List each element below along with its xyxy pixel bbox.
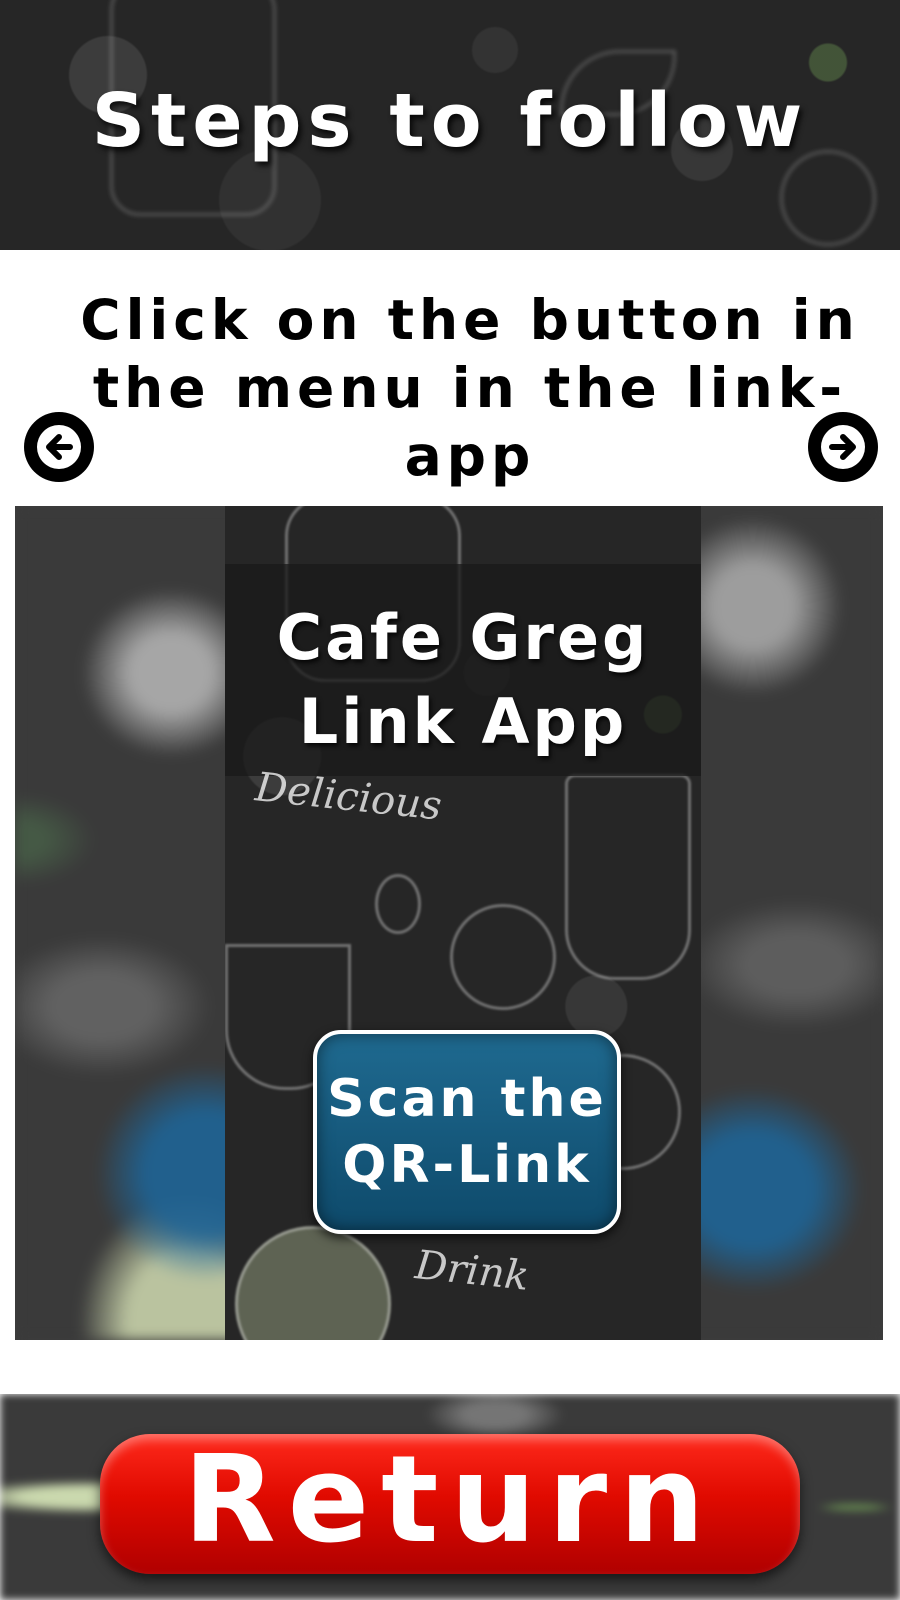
- return-button[interactable]: Return: [100, 1434, 800, 1574]
- arrow-right-icon: [821, 425, 865, 469]
- phone-screen: Cafe Greg Link App Delicious Scan the QR…: [225, 506, 701, 1340]
- cup-doodle: [780, 150, 876, 246]
- bean-doodle: [375, 874, 421, 934]
- drink-lettering: Drink: [412, 1242, 532, 1300]
- app-title: Cafe Greg Link App: [276, 601, 650, 758]
- scan-qr-link-button: Scan the QR-Link: [313, 1030, 621, 1234]
- footer-bar: Return: [0, 1394, 900, 1600]
- arrow-left-icon: [37, 425, 81, 469]
- scan-button-label: Scan the QR-Link: [327, 1069, 607, 1195]
- page-title: Steps to follow: [91, 78, 809, 164]
- next-step-button[interactable]: [808, 412, 878, 482]
- previous-step-button[interactable]: [24, 412, 94, 482]
- latte-doodle: [235, 1226, 391, 1340]
- return-label: Return: [183, 1431, 717, 1570]
- header-banner: Steps to follow: [0, 0, 900, 250]
- lemon-doodle: [450, 904, 556, 1010]
- instruction-text: Click on the button in the menu in the l…: [80, 288, 860, 488]
- cup-doodle: [565, 774, 691, 980]
- app-preview-image: Cafe Greg Link App Delicious Scan the QR…: [15, 506, 883, 1340]
